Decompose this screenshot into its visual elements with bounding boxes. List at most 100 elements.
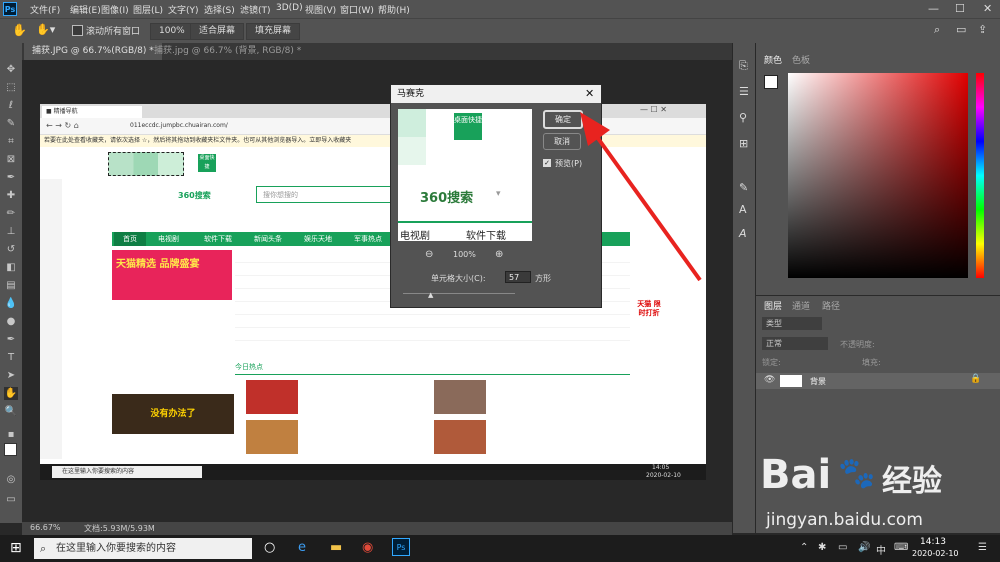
tray-network-icon[interactable]: ✱ xyxy=(818,542,826,553)
menu-edit[interactable]: 编辑(E) xyxy=(70,3,101,16)
menu-filter[interactable]: 滤镜(T) xyxy=(240,3,271,16)
menu-type[interactable]: 文字(Y) xyxy=(168,3,199,16)
brush-panel-icon[interactable]: ✎ xyxy=(739,181,748,194)
blend-mode-select[interactable]: 正常 xyxy=(762,337,828,350)
adjustments-panel-icon[interactable]: ⚲ xyxy=(739,111,747,124)
cell-size-slider-track[interactable] xyxy=(403,293,515,294)
menu-3d[interactable]: 3D(D) xyxy=(276,3,303,13)
history-brush-icon[interactable]: ↺ xyxy=(4,243,18,256)
tool-preset-icon[interactable]: ✋▾ xyxy=(36,23,55,36)
tray-input-icon[interactable]: ⌨ xyxy=(894,542,908,553)
path-select-icon[interactable]: ➤ xyxy=(4,369,18,382)
properties-panel-icon[interactable]: ☰ xyxy=(739,85,749,98)
tab-channels[interactable]: 通道 xyxy=(792,299,810,312)
fit-screen-button[interactable]: 适合屏幕 xyxy=(190,23,245,40)
lasso-tool-icon[interactable]: ℓ xyxy=(4,99,18,112)
healing-tool-icon[interactable]: ✚ xyxy=(4,189,18,202)
dodge-tool-icon[interactable]: ● xyxy=(4,315,18,328)
lock-label: 锁定: xyxy=(762,358,781,367)
maximize-button[interactable]: ☐ xyxy=(955,2,965,15)
zoom-out-icon[interactable]: ⊖ xyxy=(425,249,433,260)
pen-tool-icon[interactable]: ✒ xyxy=(4,333,18,346)
task-view-icon[interactable]: ○ xyxy=(264,540,275,555)
browser-tab: ■ 精播导航 xyxy=(42,106,142,118)
menu-select[interactable]: 选择(S) xyxy=(204,3,235,16)
windows-taskbar: ⊞ ⌕ 在这里输入你要搜索的内容 ○ e ▬ ◉ Ps ⌃ ✱ ▭ 🔊 中 ⌨ … xyxy=(0,535,1000,562)
eyedropper-tool-icon[interactable]: ✒ xyxy=(4,171,18,184)
layer-name: 背景 xyxy=(810,377,826,386)
nav-military: 军事热点 xyxy=(354,235,382,243)
zoom-in-icon[interactable]: ⊕ xyxy=(495,249,503,260)
photoshop-taskbar-icon[interactable]: Ps xyxy=(392,538,410,556)
hand-tool-icon-active[interactable]: ✋ xyxy=(4,387,18,400)
tab-capture-jpg-active[interactable]: 捕获.JPG @ 66.7%(RGB/8) * xyxy=(24,43,162,60)
nav-tv: 电视剧 xyxy=(158,235,179,243)
frame-tool-icon[interactable]: ⊠ xyxy=(4,153,18,166)
search-icon[interactable]: ⌕ xyxy=(934,23,940,37)
fill-screen-button[interactable]: 填充屏幕 xyxy=(246,23,301,40)
default-colors-icon[interactable]: ▪ xyxy=(4,428,18,441)
ime-indicator[interactable]: 中 xyxy=(876,542,886,557)
gradient-tool-icon[interactable]: ▤ xyxy=(4,279,18,292)
eraser-tool-icon[interactable]: ◧ xyxy=(4,261,18,274)
edge-icon[interactable]: e xyxy=(298,540,306,555)
quick-select-tool-icon[interactable]: ✎ xyxy=(4,117,18,130)
minimize-button[interactable]: — xyxy=(928,2,939,15)
menu-image[interactable]: 图像(I) xyxy=(101,3,129,16)
dialog-preview[interactable]: 桌面快捷 360搜索 ▾ 电视剧 软件下载 xyxy=(398,109,532,241)
windows-start-icon[interactable]: ⊞ xyxy=(10,540,22,556)
blur-tool-icon[interactable]: 💧 xyxy=(4,297,18,310)
file-explorer-icon[interactable]: ▬ xyxy=(330,540,342,555)
tab-layers[interactable]: 图层 xyxy=(764,299,782,312)
menu-window[interactable]: 窗口(W) xyxy=(340,3,374,16)
clock-date[interactable]: 2020-02-10 xyxy=(912,549,959,558)
stamp-tool-icon[interactable]: ⊥ xyxy=(4,225,18,238)
brush-tool-icon[interactable]: ✏ xyxy=(4,207,18,220)
libraries-panel-icon[interactable]: ⊞ xyxy=(739,137,748,150)
color-fg-swatch[interactable] xyxy=(764,75,778,89)
marquee-tool-icon[interactable]: ⬚ xyxy=(4,81,18,94)
cell-unit-label: 方形 xyxy=(535,274,551,283)
cell-size-slider-thumb[interactable]: ▲ xyxy=(428,291,433,299)
glyphs-panel-icon[interactable]: A xyxy=(739,227,747,240)
type-tool-icon[interactable]: T xyxy=(4,351,18,364)
taskbar-search[interactable]: ⌕ 在这里输入你要搜索的内容 xyxy=(34,538,252,559)
cell-size-input[interactable]: 57 xyxy=(505,271,531,283)
tab-paths[interactable]: 路径 xyxy=(822,299,840,312)
hue-slider[interactable] xyxy=(976,73,984,278)
share-icon[interactable]: ⇪ xyxy=(978,23,987,36)
tab-color[interactable]: 颜色 xyxy=(764,53,782,66)
move-tool-icon[interactable]: ✥ xyxy=(4,63,18,76)
zoom-tool-icon[interactable]: 🔍 xyxy=(4,405,18,418)
crop-tool-icon[interactable]: ⌗ xyxy=(4,135,18,148)
quick-mask-icon[interactable]: ◎ xyxy=(4,473,18,486)
close-button[interactable]: ✕ xyxy=(983,2,992,15)
clock-time[interactable]: 14:13 xyxy=(920,537,946,547)
scroll-all-checkbox[interactable] xyxy=(72,25,83,36)
hand-tool-icon[interactable]: ✋ xyxy=(12,23,27,37)
preview-checkbox[interactable]: ✓ xyxy=(543,159,551,167)
menu-file[interactable]: 文件(F) xyxy=(30,3,60,16)
tab-capture-jpg-background[interactable]: 捕获.jpg @ 66.7% (背景, RGB/8) * xyxy=(146,43,309,60)
menu-layer[interactable]: 图层(L) xyxy=(133,3,163,16)
site-sidebar xyxy=(40,179,62,459)
character-panel-icon[interactable]: A xyxy=(739,203,747,216)
screen-mode-icon[interactable]: ▭ xyxy=(4,493,18,506)
tray-battery-icon[interactable]: ▭ xyxy=(838,542,847,553)
watermark-suffix: 经验 xyxy=(882,464,942,499)
tab-swatches[interactable]: 色板 xyxy=(792,53,810,66)
history-panel-icon[interactable]: ⎘ xyxy=(739,59,748,73)
menu-view[interactable]: 视图(V) xyxy=(305,3,336,16)
color-picker-field[interactable] xyxy=(788,73,968,278)
zoom-100-button[interactable]: 100% xyxy=(150,23,194,40)
layer-filter-select[interactable]: 类型 xyxy=(762,317,822,330)
tray-chevron-icon[interactable]: ⌃ xyxy=(800,542,808,553)
tray-volume-icon[interactable]: 🔊 xyxy=(858,542,870,553)
notification-icon[interactable]: ☰ xyxy=(978,542,987,553)
workspace-icon[interactable]: ▭ xyxy=(956,23,966,36)
chrome-icon[interactable]: ◉ xyxy=(362,540,373,555)
layer-row-background[interactable]: 👁 背景 🔒 xyxy=(756,373,1000,389)
foreground-color-swatch[interactable] xyxy=(4,443,17,456)
menu-help[interactable]: 帮助(H) xyxy=(378,3,410,16)
visibility-eye-icon[interactable]: 👁 xyxy=(764,375,775,385)
